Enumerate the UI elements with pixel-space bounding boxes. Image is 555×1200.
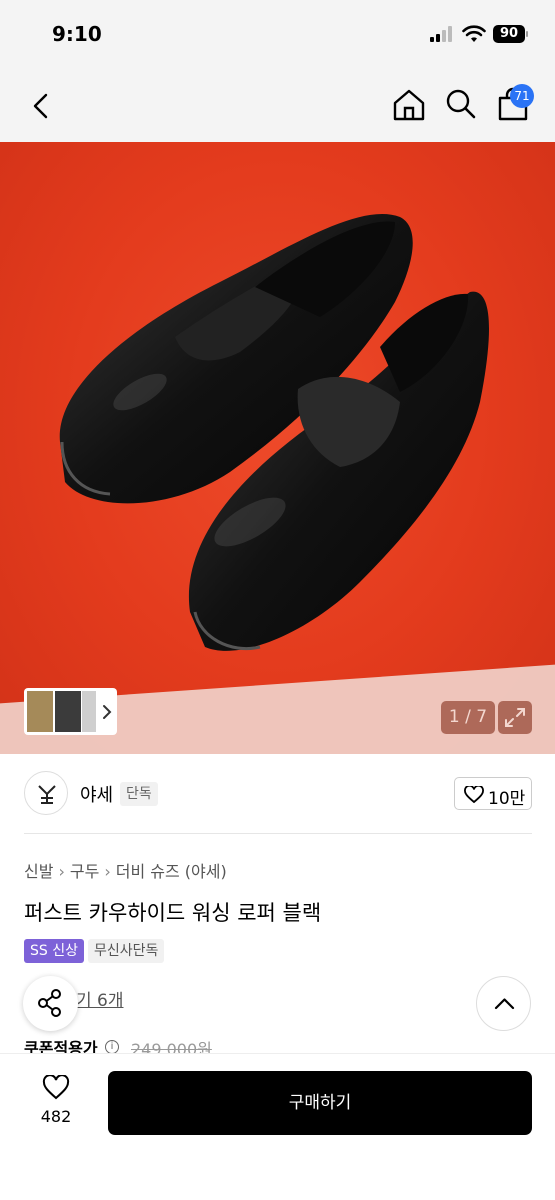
- brand-logo-mark: [38, 785, 56, 804]
- breadcrumb: 신발 › 구두 › 더비 슈즈 (야세): [24, 858, 227, 882]
- brand-name[interactable]: 야세: [80, 781, 113, 807]
- breadcrumb-item[interactable]: 더비 슈즈 (야세): [116, 862, 227, 881]
- image-counter: 1 / 7: [441, 701, 495, 734]
- share-icon: [38, 989, 61, 1017]
- share-button[interactable]: [23, 976, 78, 1031]
- brand-like-button[interactable]: 10만: [454, 777, 532, 810]
- heart-icon: [464, 786, 484, 804]
- breadcrumb-separator: ›: [58, 862, 65, 881]
- heart-icon: [42, 1075, 70, 1100]
- battery-cap: [526, 31, 528, 37]
- top-nav: [0, 70, 555, 142]
- review-link[interactable]: 기 6개: [76, 986, 124, 1011]
- breadcrumb-separator: ›: [104, 862, 111, 881]
- wifi-icon: [462, 25, 486, 42]
- breadcrumb-item[interactable]: 신발: [24, 862, 53, 881]
- info-icon[interactable]: i: [105, 1040, 119, 1054]
- product-image[interactable]: [0, 142, 555, 754]
- scroll-top-button[interactable]: [476, 976, 531, 1031]
- thumbnail-2[interactable]: [55, 691, 81, 732]
- breadcrumb-item[interactable]: 구두: [70, 862, 99, 881]
- signal-icon: [430, 26, 452, 42]
- product-title: 퍼스트 카우하이드 워싱 로퍼 블랙: [24, 901, 322, 925]
- status-bar: 9:10 90: [0, 0, 555, 70]
- search-icon[interactable]: [443, 86, 479, 122]
- brand-like-count: 10만: [488, 789, 526, 809]
- thumbnail-3[interactable]: [82, 691, 96, 732]
- season-badge: SS 신상: [24, 939, 84, 963]
- expand-icon: [505, 708, 525, 727]
- buy-button[interactable]: 구매하기: [108, 1071, 532, 1135]
- brand-logo[interactable]: [24, 771, 68, 815]
- brand-exclusive-tag: 단독: [120, 782, 158, 806]
- wishlist-button[interactable]: 482: [30, 1073, 82, 1131]
- home-icon[interactable]: [390, 86, 428, 124]
- divider: [24, 833, 532, 834]
- battery-indicator: 90: [493, 25, 525, 43]
- cart-count-badge: 71: [510, 84, 534, 108]
- exclusive-badge: 무신사단독: [88, 939, 165, 963]
- chevron-up-icon: [494, 998, 515, 1010]
- expand-button[interactable]: [498, 701, 532, 734]
- loafers-illustration: [59, 214, 490, 651]
- chevron-right-icon[interactable]: [100, 703, 114, 721]
- wishlist-count: 482: [40, 1107, 72, 1126]
- thumbnail-1[interactable]: [27, 691, 53, 732]
- status-time: 9:10: [52, 22, 102, 46]
- back-icon[interactable]: [24, 88, 60, 124]
